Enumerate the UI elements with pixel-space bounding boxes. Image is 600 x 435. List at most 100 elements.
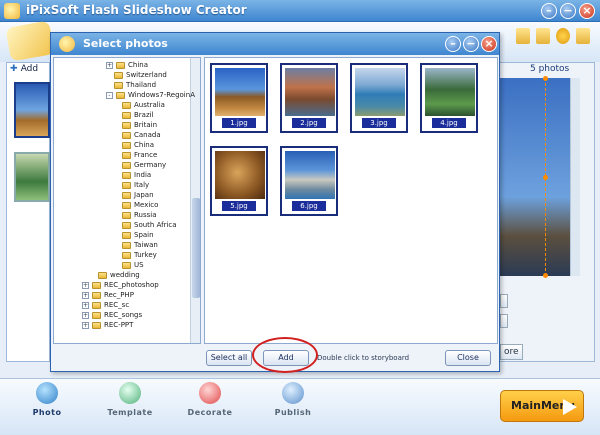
folder-icon bbox=[122, 201, 131, 209]
preview-option-button[interactable] bbox=[500, 314, 508, 328]
tree-item[interactable]: South Africa bbox=[122, 220, 177, 230]
tree-item[interactable]: Taiwan bbox=[122, 240, 158, 250]
photo-caption: 5.jpg bbox=[222, 201, 256, 211]
tree-item[interactable]: Italy bbox=[122, 180, 149, 190]
select-photos-dialog: Select photos – − × + China Switzerland Tha… bbox=[50, 32, 500, 372]
app-window: iPixSoft Flash Slideshow Creator – − × ✚… bbox=[0, 0, 600, 435]
nav-photo-label: Photo bbox=[32, 408, 62, 417]
tree-item-label: Britain bbox=[134, 121, 158, 129]
nav-template[interactable]: Template bbox=[100, 382, 160, 417]
nav-decorate[interactable]: Decorate bbox=[180, 382, 240, 417]
expand-icon[interactable]: + bbox=[106, 61, 113, 69]
arrow-right-icon bbox=[563, 399, 577, 415]
photo-image bbox=[215, 151, 265, 199]
tree-item[interactable]: Brazil bbox=[122, 110, 154, 120]
dialog-title-bar[interactable]: Select photos – − × bbox=[51, 33, 499, 55]
folder-icon bbox=[122, 151, 131, 159]
tree-item-label: REC_sc bbox=[104, 301, 130, 309]
tree-item-label: Germany bbox=[134, 161, 167, 169]
tree-item-label: South Africa bbox=[134, 221, 177, 229]
expand-icon[interactable]: + bbox=[82, 281, 89, 289]
crop-handle[interactable] bbox=[543, 76, 548, 81]
preview-scrollbar[interactable] bbox=[570, 78, 580, 276]
tree-item-label: REC_photoshop bbox=[104, 281, 159, 289]
main-title-bar[interactable]: iPixSoft Flash Slideshow Creator – − × bbox=[0, 0, 600, 22]
nav-publish[interactable]: Publish bbox=[263, 382, 323, 417]
tree-item-label: Brazil bbox=[134, 111, 154, 119]
select-all-button[interactable]: Select all bbox=[206, 350, 252, 366]
photo-image bbox=[215, 68, 265, 116]
tree-item[interactable]: Switzerland bbox=[114, 70, 167, 80]
tree-item-label: REC-PPT bbox=[104, 321, 134, 329]
close-icon[interactable]: × bbox=[579, 3, 595, 19]
folder-icon bbox=[92, 281, 101, 289]
tree-item[interactable]: + Rec_PHP bbox=[82, 290, 134, 300]
tree-item[interactable]: China bbox=[122, 140, 154, 150]
tree-item-label: France bbox=[134, 151, 158, 159]
folder-icon bbox=[122, 211, 131, 219]
tree-item[interactable]: Mexico bbox=[122, 200, 158, 210]
tree-item[interactable]: Turkey bbox=[122, 250, 157, 260]
tree-item[interactable]: + China bbox=[106, 60, 148, 70]
storyboard-thumb[interactable] bbox=[14, 152, 50, 202]
app-logo-icon bbox=[4, 3, 20, 19]
photo-thumb[interactable]: 2.jpg bbox=[280, 63, 338, 133]
tree-item[interactable]: India bbox=[122, 170, 151, 180]
dialog-close-icon[interactable]: × bbox=[481, 36, 497, 52]
tree-item[interactable]: US bbox=[122, 260, 144, 270]
tree-item-label: wedding bbox=[110, 271, 140, 279]
dialog-restore-icon[interactable]: − bbox=[463, 36, 479, 52]
tree-item[interactable]: France bbox=[122, 150, 157, 160]
tree-item-label: Australia bbox=[134, 101, 165, 109]
crop-handle[interactable] bbox=[543, 273, 548, 278]
preview-option-button[interactable] bbox=[500, 294, 508, 308]
tree-item[interactable]: Japan bbox=[122, 190, 154, 200]
more-button[interactable]: ore bbox=[500, 344, 523, 360]
help-icon[interactable] bbox=[556, 28, 570, 44]
storyboard-add-button[interactable]: ✚ Add bbox=[10, 64, 50, 78]
expand-icon[interactable]: + bbox=[82, 321, 89, 329]
folder-icon[interactable] bbox=[516, 28, 530, 44]
tree-vertical-scrollbar[interactable] bbox=[190, 58, 200, 343]
tree-item[interactable]: + REC_photoshop bbox=[82, 280, 159, 290]
tree-item[interactable]: + REC_sc bbox=[82, 300, 129, 310]
expand-icon[interactable]: + bbox=[82, 291, 89, 299]
expand-icon[interactable]: + bbox=[82, 311, 89, 319]
tree-item[interactable]: Canada bbox=[122, 130, 161, 140]
folder-icon bbox=[122, 101, 131, 109]
tree-item[interactable]: Britain bbox=[122, 120, 157, 130]
info-icon[interactable] bbox=[576, 28, 590, 44]
photo-thumb[interactable]: 1.jpg bbox=[210, 63, 268, 133]
folder-icon bbox=[116, 91, 125, 99]
photo-thumb[interactable]: 6.jpg bbox=[280, 146, 338, 216]
tree-item-label: Rec_PHP bbox=[104, 291, 134, 299]
minimize-icon[interactable]: – bbox=[541, 3, 557, 19]
photo-thumb[interactable]: 3.jpg bbox=[350, 63, 408, 133]
nav-template-label: Template bbox=[107, 408, 153, 417]
tree-item-label: China bbox=[134, 141, 154, 149]
photo-thumb[interactable]: 5.jpg bbox=[210, 146, 268, 216]
tree-item[interactable]: - Windows7-RegoinA bbox=[106, 90, 195, 100]
main-menu-button[interactable]: MainMenu bbox=[500, 390, 584, 422]
tree-item[interactable]: wedding bbox=[98, 270, 140, 280]
dialog-minimize-icon[interactable]: – bbox=[445, 36, 461, 52]
tree-item[interactable]: Thailand bbox=[114, 80, 156, 90]
storyboard-thumb-selected[interactable] bbox=[14, 82, 50, 138]
tree-item[interactable]: + REC-PPT bbox=[82, 320, 133, 330]
crop-handle[interactable] bbox=[543, 175, 548, 180]
tree-item[interactable]: Spain bbox=[122, 230, 154, 240]
photo-thumb[interactable]: 4.jpg bbox=[420, 63, 478, 133]
tree-item[interactable]: Germany bbox=[122, 160, 166, 170]
tree-item[interactable]: + REC_songs bbox=[82, 310, 142, 320]
nav-photo[interactable]: Photo bbox=[17, 382, 77, 417]
tree-item-label: Italy bbox=[134, 181, 150, 189]
save-icon[interactable] bbox=[536, 28, 550, 44]
close-button[interactable]: Close bbox=[445, 350, 491, 366]
tree-item[interactable]: Russia bbox=[122, 210, 157, 220]
expand-icon[interactable]: + bbox=[82, 301, 89, 309]
tree-item[interactable]: Australia bbox=[122, 100, 165, 110]
collapse-icon[interactable]: - bbox=[106, 91, 113, 99]
tree-scroll-thumb[interactable] bbox=[192, 198, 200, 298]
tree-item-label: Russia bbox=[134, 211, 157, 219]
restore-icon[interactable]: − bbox=[560, 3, 576, 19]
